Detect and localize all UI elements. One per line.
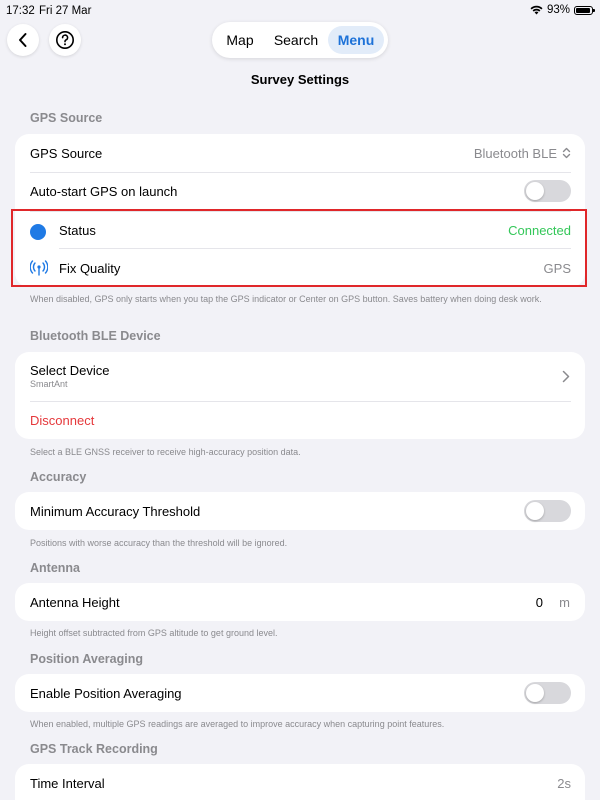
gps-source-header: GPS Source — [30, 111, 103, 125]
tab-menu[interactable]: Menu — [328, 26, 384, 54]
accuracy-threshold-toggle[interactable] — [524, 500, 571, 522]
help-button[interactable] — [49, 24, 81, 56]
tab-search[interactable]: Search — [270, 26, 322, 54]
averaging-footnote: When enabled, multiple GPS readings are … — [30, 719, 445, 729]
averaging-label: Enable Position Averaging — [30, 686, 182, 701]
ble-footnote: Select a BLE GNSS receiver to receive hi… — [30, 447, 301, 457]
antenna-card: Antenna Height 0 m — [15, 583, 585, 621]
tab-map[interactable]: Map — [222, 26, 258, 54]
track-card: Time Interval 2s — [15, 764, 585, 800]
averaging-card: Enable Position Averaging — [15, 674, 585, 712]
fix-quality-row: Fix Quality GPS — [30, 249, 571, 287]
averaging-header: Position Averaging — [30, 652, 143, 666]
select-device-label: Select Device — [30, 363, 110, 378]
autostart-label: Auto-start GPS on launch — [30, 184, 178, 199]
gps-source-value: Bluetooth BLE — [473, 146, 557, 161]
chevron-left-icon — [19, 33, 27, 47]
track-header: GPS Track Recording — [30, 742, 158, 756]
averaging-row: Enable Position Averaging — [30, 674, 571, 712]
select-device-row[interactable]: Select Device SmartAnt — [30, 352, 571, 401]
gps-source-row[interactable]: GPS Source Bluetooth BLE — [30, 134, 571, 172]
battery-icon — [574, 5, 595, 15]
status-bar: 17:32 Fri 27 Mar 93% — [0, 0, 600, 24]
wifi-icon — [530, 5, 543, 15]
back-button[interactable] — [7, 24, 39, 56]
gps-source-label: GPS Source — [30, 146, 103, 161]
time-interval-value: 2s — [557, 776, 571, 791]
status-value: Connected — [508, 223, 571, 238]
time-interval-row[interactable]: Time Interval 2s — [30, 764, 571, 800]
status-label: Status — [59, 223, 96, 238]
status-date: Fri 27 Mar — [39, 5, 92, 17]
status-row: Status Connected — [30, 211, 571, 249]
survey-settings-screen: 17:32 Fri 27 Mar 93% Map Search Menu Sur… — [0, 0, 600, 800]
accuracy-footnote: Positions with worse accuracy than the t… — [30, 538, 288, 548]
accuracy-row: Minimum Accuracy Threshold — [30, 492, 571, 530]
accuracy-threshold-label: Minimum Accuracy Threshold — [30, 504, 201, 519]
averaging-toggle[interactable] — [524, 682, 571, 704]
ble-card: Select Device SmartAnt Disconnect — [15, 352, 585, 439]
fix-quality-value: GPS — [543, 261, 571, 276]
accuracy-header: Accuracy — [30, 470, 87, 484]
disconnect-button[interactable]: Disconnect — [30, 413, 94, 428]
chevron-right-icon — [562, 370, 570, 383]
view-switcher: Map Search Menu — [212, 22, 388, 58]
status-time: 17:32 — [6, 5, 35, 17]
page-title: Survey Settings — [250, 72, 350, 87]
question-circle-icon — [56, 31, 74, 49]
antenna-height-label: Antenna Height — [30, 595, 120, 610]
antenna-header: Antenna — [30, 561, 80, 575]
battery-percent: 93% — [546, 4, 570, 16]
fix-quality-label: Fix Quality — [59, 261, 121, 276]
disconnect-row[interactable]: Disconnect — [30, 401, 571, 439]
antenna-footnote: Height offset subtracted from GPS altitu… — [30, 628, 278, 638]
antenna-signal-icon — [30, 260, 48, 276]
autostart-row: Auto-start GPS on launch — [30, 172, 571, 210]
status-dot-icon — [30, 224, 46, 240]
gps-source-footnote: When disabled, GPS only starts when you … — [30, 294, 542, 304]
time-interval-label: Time Interval — [30, 776, 105, 791]
select-device-subtitle: SmartAnt — [30, 379, 68, 389]
antenna-height-row: Antenna Height 0 m — [30, 583, 571, 621]
accuracy-card: Minimum Accuracy Threshold — [15, 492, 585, 530]
antenna-height-unit: m — [559, 595, 570, 610]
ble-header: Bluetooth BLE Device — [30, 329, 161, 343]
antenna-height-input[interactable]: 0 — [536, 595, 543, 610]
chevron-up-down-icon — [562, 147, 571, 159]
status-right: 93% — [530, 4, 595, 16]
autostart-toggle[interactable] — [524, 180, 571, 202]
gps-source-card: GPS Source Bluetooth BLE Auto-start GPS … — [15, 134, 585, 287]
